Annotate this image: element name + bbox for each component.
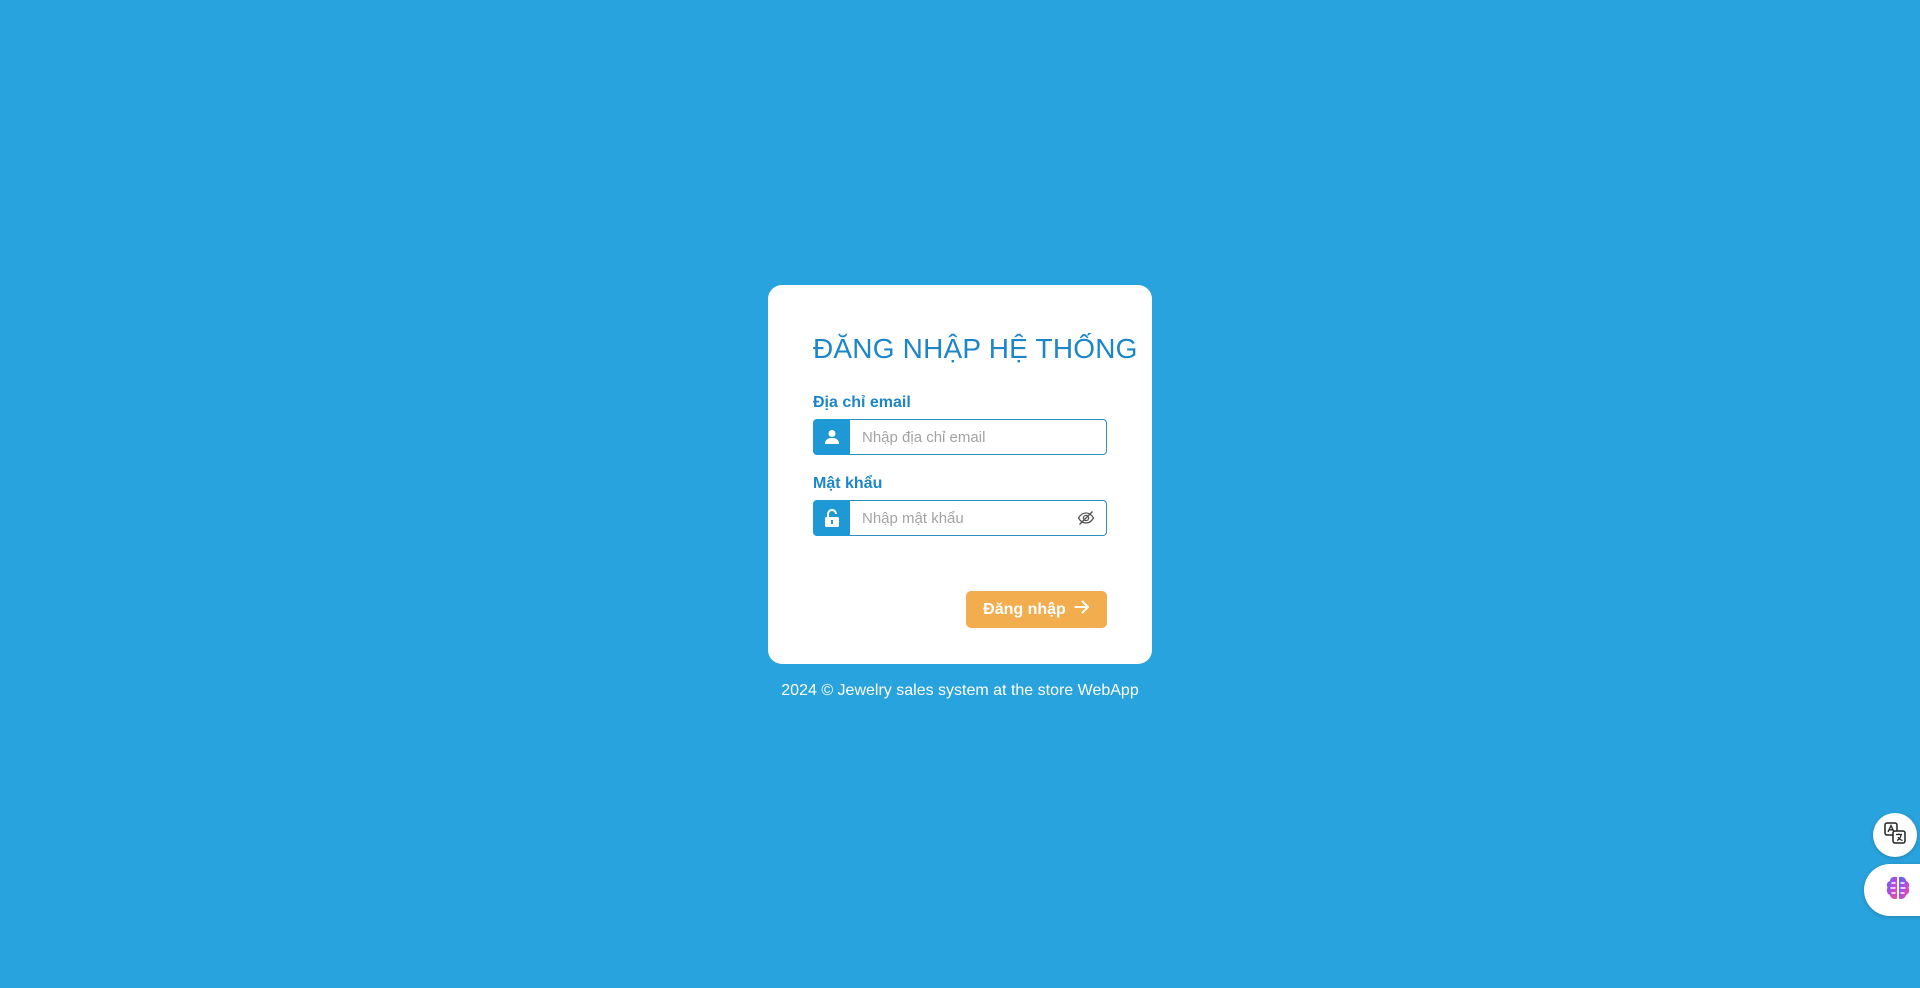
- footer-copyright: 2024 © Jewelry sales system at the store…: [781, 682, 1139, 699]
- password-input-group: [813, 500, 1107, 536]
- email-label: Địa chỉ email: [813, 394, 911, 411]
- login-button-label: Đăng nhập: [983, 600, 1066, 618]
- arrow-right-icon: [1074, 600, 1090, 619]
- ai-brain-icon: [1883, 873, 1913, 908]
- eye-slash-icon[interactable]: [1077, 509, 1095, 527]
- login-button[interactable]: Đăng nhập: [966, 591, 1107, 628]
- ai-assistant-button[interactable]: [1864, 864, 1920, 916]
- unlock-icon: [813, 500, 850, 536]
- email-input-group: [813, 419, 1107, 455]
- email-field[interactable]: [850, 419, 1107, 455]
- user-icon: [813, 419, 850, 455]
- password-field[interactable]: [850, 500, 1107, 536]
- password-label: Mật khẩu: [813, 475, 883, 492]
- translate-icon: [1883, 821, 1907, 850]
- translate-button[interactable]: [1873, 813, 1917, 857]
- page-title: ĐĂNG NHẬP HỆ THỐNG: [813, 333, 1138, 364]
